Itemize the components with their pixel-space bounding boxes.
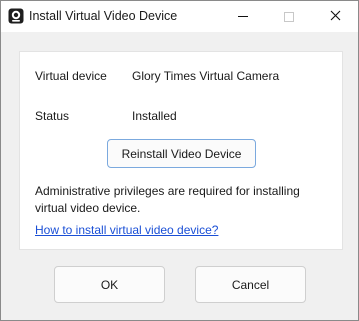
status-label: Status xyxy=(35,109,70,123)
status-value: Installed xyxy=(132,109,177,123)
window-title: Install Virtual Video Device xyxy=(29,9,178,23)
help-link[interactable]: How to install virtual video device? xyxy=(35,223,218,237)
webcam-icon xyxy=(8,8,24,24)
privileges-note: Administrative privileges are required f… xyxy=(35,184,300,215)
ok-button[interactable]: OK xyxy=(54,266,165,303)
device-value: Glory Times Virtual Camera xyxy=(132,69,280,83)
minimize-icon xyxy=(238,16,248,17)
reinstall-button[interactable]: Reinstall Video Device xyxy=(107,139,256,168)
install-dialog: Install Virtual Video Device Virtual dev… xyxy=(0,0,359,321)
maximize-button xyxy=(266,1,312,32)
device-label: Virtual device xyxy=(35,69,107,83)
minimize-button[interactable] xyxy=(220,1,266,32)
title-bar[interactable]: Install Virtual Video Device xyxy=(1,1,358,32)
close-icon xyxy=(330,10,341,24)
info-panel: Virtual device Glory Times Virtual Camer… xyxy=(19,51,343,250)
cancel-button[interactable]: Cancel xyxy=(195,266,306,303)
close-button[interactable] xyxy=(312,1,358,32)
maximize-icon xyxy=(284,11,294,22)
